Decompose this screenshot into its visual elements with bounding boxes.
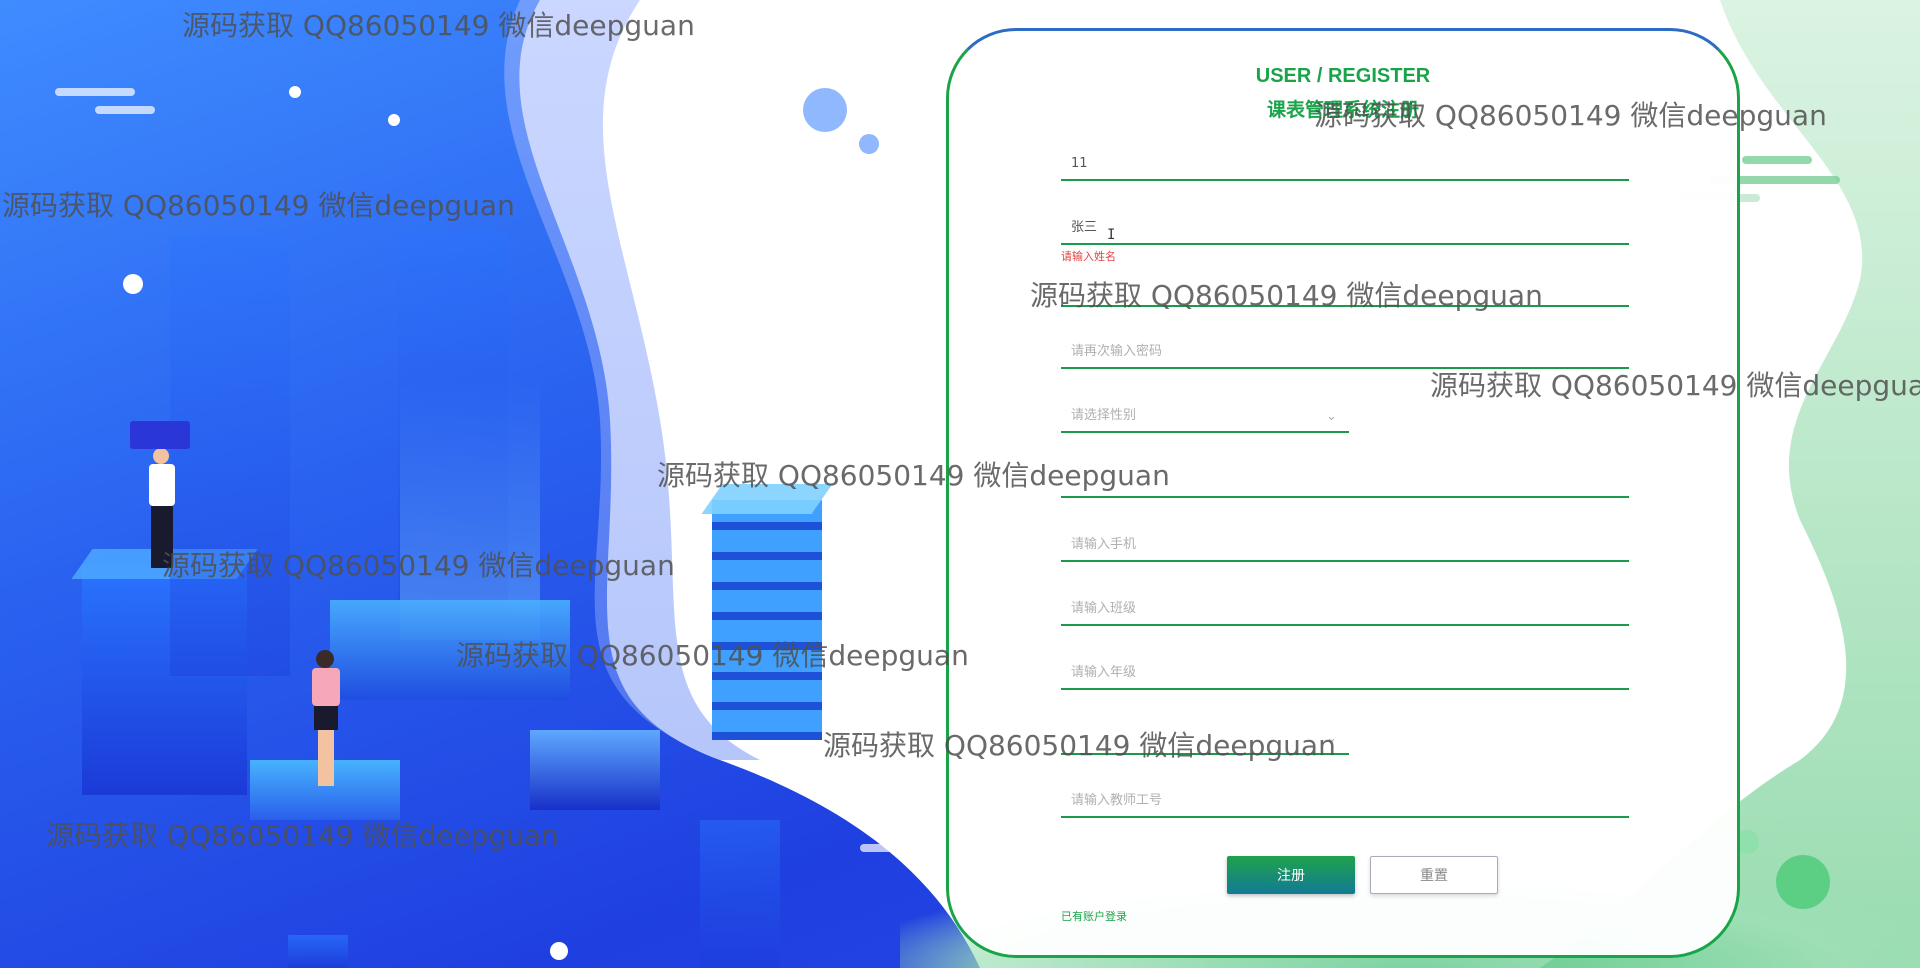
decor-building [700,820,780,968]
decor-circle [550,942,568,960]
account-value: 11 [1071,156,1088,171]
reset-button[interactable]: 重置 [1370,856,1498,894]
login-link[interactable]: 已有账户登录 [1061,908,1127,924]
text-cursor: I [1107,227,1116,243]
teacher-no-placeholder: 请输入教师工号 [1071,793,1163,808]
watermark-text: 源码获取 QQ86050149 微信deepguan [823,729,1336,762]
decor-server-tower [701,484,833,740]
class-field[interactable]: 请输入班级 [1061,594,1629,626]
watermark-text: 源码获取 QQ86050149 微信deepguan [182,9,695,42]
decor-building [170,236,290,676]
decor-circle [1776,855,1830,909]
decor-cloud [1742,156,1812,164]
decor-circle [803,88,847,132]
watermark-text: 源码获取 QQ86050149 微信deepguan [1314,99,1827,132]
decor-circle [388,114,400,126]
watermark-text: 源码获取 QQ86050149 微信deepguan [1430,369,1920,402]
name-value: 张三 [1071,220,1098,235]
grade-placeholder: 请输入年级 [1071,665,1137,680]
phone-placeholder: 请输入手机 [1071,537,1137,552]
watermark-text: 源码获取 QQ86050149 微信deepguan [162,549,675,582]
decor-building [288,935,348,968]
card-title-en: USER / REGISTER [1255,65,1431,87]
decor-screen [130,421,190,449]
password-confirm-placeholder: 请再次输入密码 [1071,344,1163,359]
decor-cloud [95,106,155,114]
decor-cloud [860,844,960,852]
name-field[interactable]: 张三 [1061,213,1629,245]
watermark-text: 源码获取 QQ86050149 微信deepguan [1030,279,1543,312]
grade-field[interactable]: 请输入年级 [1061,658,1629,690]
decor-person [302,650,352,790]
class-placeholder: 请输入班级 [1071,601,1137,616]
decor-platform [530,730,660,810]
gender-placeholder: 请选择性别 [1071,408,1137,423]
watermark-text: 源码获取 QQ86050149 微信deepguan [657,459,1170,492]
chevron-down-icon: ⌄ [1326,409,1337,424]
account-field[interactable]: 11 [1061,149,1629,181]
phone-field[interactable]: 请输入手机 [1061,530,1629,562]
decor-circle [289,86,301,98]
decor-circle [859,134,879,154]
decor-cloud [55,88,135,96]
name-error-message: 请输入姓名 [1061,250,1116,263]
register-button[interactable]: 注册 [1227,856,1355,894]
watermark-text: 源码获取 QQ86050149 微信deepguan [46,819,559,852]
watermark-text: 源码获取 QQ86050149 微信deepguan [456,639,969,672]
gender-select[interactable]: 请选择性别 ⌄ [1061,401,1349,433]
decor-circle [123,274,143,294]
watermark-text: 源码获取 QQ86050149 微信deepguan [2,189,515,222]
teacher-no-field[interactable]: 请输入教师工号 [1061,786,1629,818]
